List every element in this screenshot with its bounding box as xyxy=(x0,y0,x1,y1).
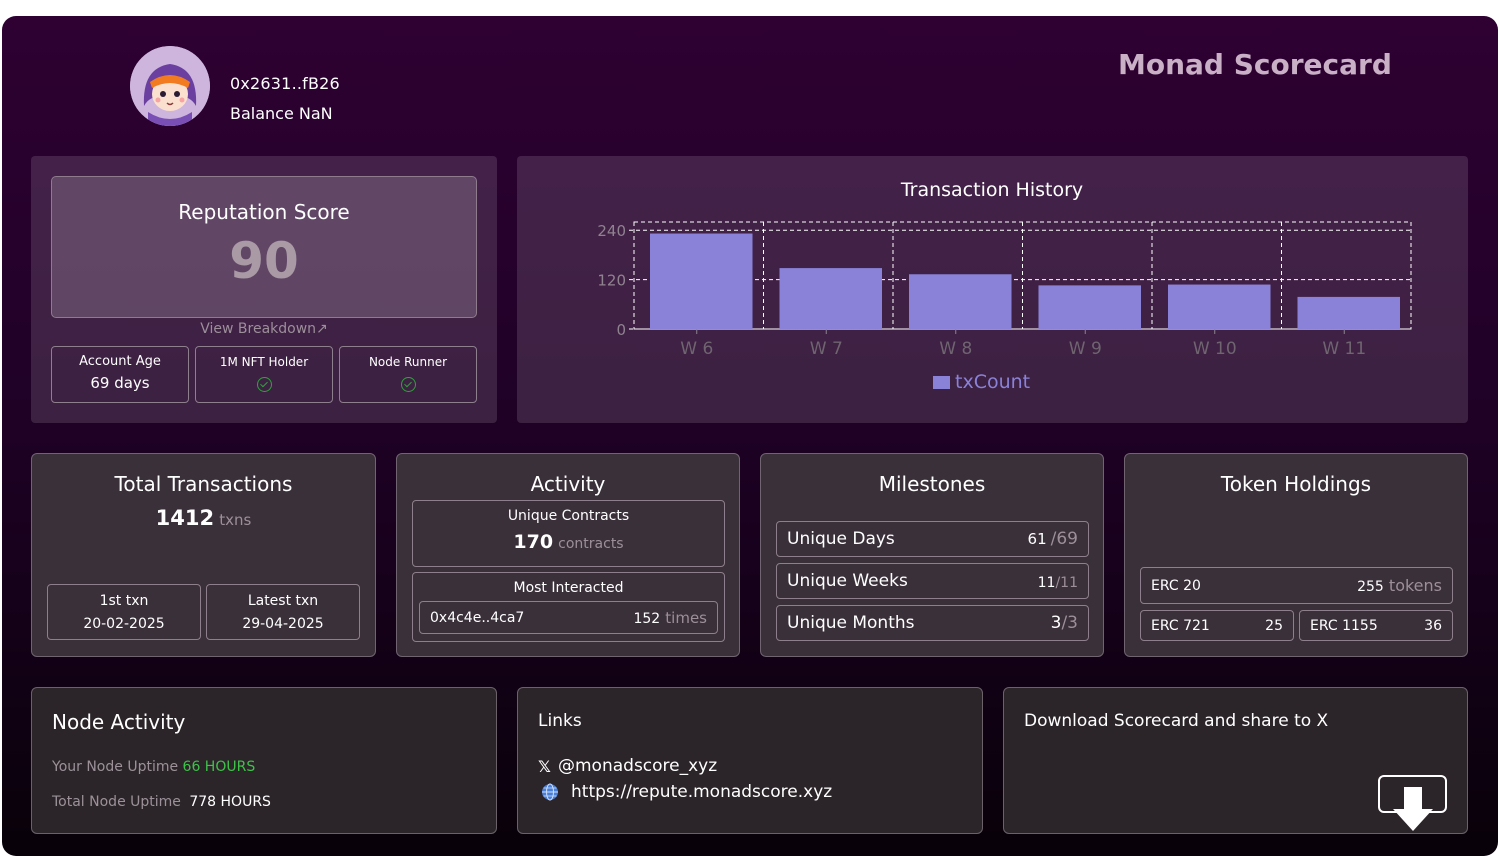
erc721-row: ERC 721 25 xyxy=(1140,610,1294,641)
reputation-score: 90 xyxy=(229,232,299,290)
most-interacted-unit: times xyxy=(665,609,707,627)
most-interacted-label: Most Interacted xyxy=(513,580,624,596)
most-interacted-count: 152 xyxy=(633,611,661,627)
check-circle-icon xyxy=(256,377,272,392)
avatar xyxy=(130,46,210,126)
milestone-total: /69 xyxy=(1050,529,1078,549)
unique-contracts-label: Unique Contracts xyxy=(507,508,630,524)
bar xyxy=(650,233,753,329)
reputation-title: Reputation Score xyxy=(178,200,350,224)
erc721-label: ERC 721 xyxy=(1151,617,1210,634)
y-tick-label: 120 xyxy=(597,272,626,290)
erc20-value: 255 xyxy=(1357,579,1384,595)
node-activity-title: Node Activity xyxy=(52,710,186,734)
y-tick-label: 0 xyxy=(616,321,626,339)
x-logo-icon: 𝕏 xyxy=(538,756,551,776)
nft-holder-box: 1M NFT Holder xyxy=(195,346,333,403)
total-transactions-unit: txns xyxy=(219,511,252,529)
unique-contracts-box: Unique Contracts 170 contracts xyxy=(412,500,725,567)
x-handle-link[interactable]: 𝕏 @monadscore_xyz xyxy=(538,756,717,776)
milestone-value: 11 xyxy=(1037,574,1056,591)
download-text: Download Scorecard and share to X xyxy=(1024,711,1329,731)
total-node-uptime-value: 778 HOURS xyxy=(189,794,271,810)
your-node-uptime-value: 66 HOURS xyxy=(182,759,256,775)
x-tick-label: W 9 xyxy=(1069,339,1102,359)
total-transactions-value: 1412 txns xyxy=(31,506,376,530)
node-runner-box: Node Runner xyxy=(339,346,477,403)
milestone-label: Unique Months xyxy=(787,613,915,633)
chart-title: Transaction History xyxy=(900,179,1083,201)
x-tick-label: W 7 xyxy=(810,339,843,359)
total-node-uptime: Total Node Uptime 778 HOURS xyxy=(52,794,271,810)
y-tick-label: 240 xyxy=(597,222,626,240)
bar xyxy=(1168,284,1271,329)
milestone-total: /11 xyxy=(1055,574,1078,591)
latest-txn-box: Latest txn 29-04-2025 xyxy=(206,584,360,640)
first-txn-date: 20-02-2025 xyxy=(83,616,165,632)
x-tick-label: W 11 xyxy=(1322,339,1366,359)
links-title: Links xyxy=(538,711,582,731)
legend-swatch xyxy=(933,376,950,389)
website-text: https://repute.monadscore.xyz xyxy=(571,782,833,802)
wallet-address: 0x2631..fB26 xyxy=(230,74,340,93)
wallet-balance: Balance NaN xyxy=(230,104,333,123)
erc1155-label: ERC 1155 xyxy=(1310,617,1378,634)
website-link[interactable]: https://repute.monadscore.xyz xyxy=(541,782,832,802)
node-runner-label: Node Runner xyxy=(368,355,448,369)
brand-title: Monad Scorecard xyxy=(1118,48,1392,81)
latest-txn-date: 29-04-2025 xyxy=(242,616,324,632)
nft-holder-label: 1M NFT Holder xyxy=(219,355,309,369)
unique-contracts-count: 170 xyxy=(513,531,554,553)
erc1155-value: 36 xyxy=(1424,617,1442,634)
view-breakdown-link[interactable]: View Breakdown↗ xyxy=(51,321,477,337)
x-tick-label: W 10 xyxy=(1193,339,1237,359)
first-txn-label: 1st txn xyxy=(99,593,149,609)
check-circle-icon xyxy=(400,377,416,392)
your-node-uptime: Your Node Uptime 66 HOURS xyxy=(52,759,255,775)
latest-txn-label: Latest txn xyxy=(247,593,319,609)
milestone-label: Unique Days xyxy=(787,529,895,549)
milestone-unique-months: Unique Months 3/3 xyxy=(776,605,1089,641)
account-age-box: Account Age 69 days xyxy=(51,346,189,403)
bar xyxy=(1297,296,1400,329)
your-node-uptime-label: Your Node Uptime xyxy=(52,759,179,775)
first-txn-box: 1st txn 20-02-2025 xyxy=(47,584,201,640)
milestone-value: 61 xyxy=(1027,530,1047,548)
milestone-unique-days: Unique Days 61/69 xyxy=(776,521,1089,557)
bar xyxy=(909,274,1012,329)
globe-icon xyxy=(542,783,558,801)
erc20-row: ERC 20 255 tokens xyxy=(1140,567,1453,604)
x-handle-text: @monadscore_xyz xyxy=(558,756,718,776)
legend-label: txCount xyxy=(955,371,1030,393)
erc721-value: 25 xyxy=(1265,617,1283,634)
bar xyxy=(1038,285,1141,329)
erc20-label: ERC 20 xyxy=(1151,577,1201,594)
most-interacted-address: 0x4c4e..4ca7 xyxy=(430,609,525,626)
total-transactions-count: 1412 xyxy=(155,506,215,530)
bar xyxy=(779,268,882,329)
account-age-label: Account Age xyxy=(79,354,161,369)
erc1155-row: ERC 1155 36 xyxy=(1299,610,1453,641)
milestones-title: Milestones xyxy=(878,472,986,496)
activity-title: Activity xyxy=(530,472,606,496)
erc20-unit: tokens xyxy=(1388,576,1442,595)
milestone-total: /3 xyxy=(1061,613,1078,633)
account-age-value: 69 days xyxy=(90,374,150,392)
x-tick-label: W 6 xyxy=(680,339,713,359)
total-transactions-title: Total Transactions xyxy=(114,472,293,496)
unique-contracts-unit: contracts xyxy=(558,536,624,552)
x-tick-label: W 8 xyxy=(939,339,972,359)
milestone-value: 3 xyxy=(1050,613,1062,633)
download-arrow-icon xyxy=(1393,787,1433,831)
milestone-unique-weeks: Unique Weeks 11/11 xyxy=(776,563,1089,599)
milestone-label: Unique Weeks xyxy=(787,571,908,591)
transaction-history-chart: Transaction History 240 120 0 W 6 W 7 W 8 W 9 W … xyxy=(597,179,1412,393)
most-interacted-row[interactable]: 0x4c4e..4ca7 152 times xyxy=(419,601,718,634)
token-holdings-title: Token Holdings xyxy=(1220,472,1372,496)
total-node-uptime-label: Total Node Uptime xyxy=(52,794,181,810)
